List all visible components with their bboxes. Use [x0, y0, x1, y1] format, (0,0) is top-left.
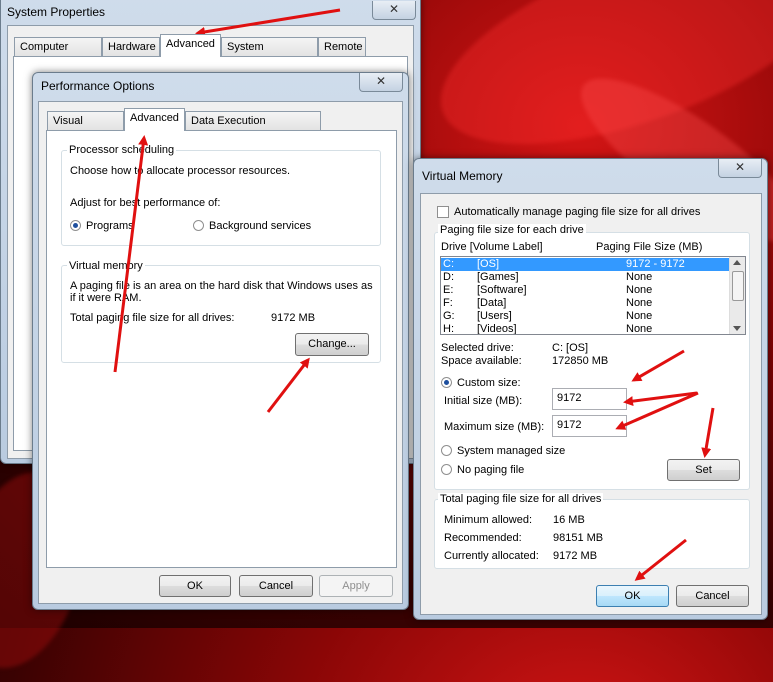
- cancel-button[interactable]: Cancel: [239, 575, 313, 597]
- system-managed-radio[interactable]: [441, 445, 452, 456]
- currently-allocated-value: 9172 MB: [553, 550, 598, 562]
- total-paging-group-label: Total paging file size for all drives: [438, 493, 604, 505]
- minimum-allowed-value: 16 MB: [553, 514, 585, 526]
- paging-description-line2: if it were RAM.: [70, 292, 142, 304]
- selected-drive-value: C: [OS]: [552, 342, 589, 354]
- close-button[interactable]: ✕: [359, 73, 403, 92]
- tab-computer-name[interactable]: Computer Name: [14, 37, 102, 71]
- custom-size-label: Custom size:: [457, 377, 521, 389]
- scroll-up-icon[interactable]: [733, 260, 741, 265]
- maximum-size-label: Maximum size (MB):: [444, 421, 545, 433]
- drive-paging-size: None: [626, 310, 653, 322]
- adjust-label: Adjust for best performance of:: [70, 197, 221, 209]
- total-paging-label: Total paging file size for all drives:: [70, 312, 235, 324]
- list-item[interactable]: C: [OS] 9172 - 9172: [441, 258, 730, 271]
- maximum-size-input[interactable]: 9172: [552, 415, 627, 437]
- list-item[interactable]: G: [Users] None: [441, 310, 730, 323]
- drive-letter: D:: [443, 271, 454, 283]
- list-scrollbar[interactable]: [729, 257, 745, 334]
- drive-letter: H:: [443, 323, 454, 335]
- tab-advanced[interactable]: Advanced: [160, 34, 221, 57]
- drive-paging-size: None: [626, 297, 653, 309]
- auto-manage-label: Automatically manage paging file size fo…: [454, 206, 701, 218]
- cancel-button[interactable]: Cancel: [676, 585, 749, 607]
- selected-drive-label: Selected drive:: [441, 342, 514, 354]
- set-button[interactable]: Set: [667, 459, 740, 481]
- drive-label: [Games]: [477, 271, 519, 283]
- drive-letter: E:: [443, 284, 454, 296]
- no-paging-label: No paging file: [457, 464, 525, 476]
- paging-group-label: Paging file size for each drive: [438, 224, 586, 236]
- list-item[interactable]: F: [Data] None: [441, 297, 730, 310]
- custom-size-radio[interactable]: [441, 377, 452, 388]
- virtual-memory-label: Virtual memory: [67, 260, 145, 272]
- column-size-header: Paging File Size (MB): [596, 241, 703, 253]
- close-button[interactable]: ✕: [372, 1, 416, 20]
- drive-label: [Users]: [477, 310, 512, 322]
- window-title: Virtual Memory: [422, 169, 503, 183]
- list-item[interactable]: H: [Videos] None: [441, 323, 730, 335]
- tab-advanced[interactable]: Advanced: [124, 108, 185, 131]
- list-item[interactable]: D: [Games] None: [441, 271, 730, 284]
- recommended-value: 98151 MB: [553, 532, 604, 544]
- minimum-allowed-label: Minimum allowed:: [444, 514, 533, 526]
- drive-letter: C:: [443, 258, 454, 270]
- total-paging-value: 9172 MB: [271, 312, 316, 324]
- drive-label: [Data]: [477, 297, 507, 309]
- drive-paging-size: None: [626, 271, 653, 283]
- programs-label: Programs: [86, 220, 134, 232]
- drive-letter: G:: [443, 310, 455, 322]
- virtual-memory-window: Virtual Memory ✕ Automatically manage pa…: [413, 158, 768, 620]
- ok-button[interactable]: OK: [596, 585, 669, 607]
- space-available-value: 172850 MB: [552, 355, 609, 367]
- scroll-down-icon[interactable]: [733, 326, 741, 331]
- window-title: Performance Options: [41, 79, 155, 93]
- background-services-label: Background services: [209, 220, 312, 232]
- window-title: System Properties: [7, 5, 106, 19]
- space-available-label: Space available:: [441, 355, 522, 367]
- drive-label: [OS]: [477, 258, 500, 270]
- change-button[interactable]: Change...: [295, 333, 369, 356]
- list-item[interactable]: E: [Software] None: [441, 284, 730, 297]
- currently-allocated-label: Currently allocated:: [444, 550, 539, 562]
- drive-list[interactable]: C: [OS] 9172 - 9172 D: [Games] None E: […: [440, 256, 746, 335]
- drive-paging-size: 9172 - 9172: [626, 258, 685, 270]
- drive-label: [Videos]: [477, 323, 517, 335]
- system-managed-label: System managed size: [457, 445, 566, 457]
- initial-size-input[interactable]: 9172: [552, 388, 627, 410]
- drive-paging-size: None: [626, 284, 653, 296]
- drive-paging-size: None: [626, 323, 653, 335]
- programs-radio[interactable]: [70, 220, 81, 231]
- paging-description-line1: A paging file is an area on the hard dis…: [70, 280, 373, 292]
- recommended-label: Recommended:: [444, 532, 522, 544]
- tab-data-execution-prevention[interactable]: Data Execution Prevention: [185, 111, 321, 145]
- tab-visual-effects[interactable]: Visual Effects: [47, 111, 124, 145]
- background-services-radio[interactable]: [193, 220, 204, 231]
- scroll-thumb[interactable]: [732, 271, 744, 301]
- processor-scheduling-label: Processor scheduling: [67, 144, 177, 156]
- no-paging-radio[interactable]: [441, 464, 452, 475]
- ok-button[interactable]: OK: [159, 575, 231, 597]
- auto-manage-checkbox[interactable]: [437, 206, 449, 218]
- processor-description: Choose how to allocate processor resourc…: [70, 165, 291, 177]
- tab-hardware[interactable]: Hardware: [102, 37, 160, 57]
- tab-system-protection[interactable]: System Protection: [221, 37, 318, 71]
- apply-button[interactable]: Apply: [319, 575, 393, 597]
- drive-letter: F:: [443, 297, 453, 309]
- drive-label: [Software]: [477, 284, 527, 296]
- initial-size-label: Initial size (MB):: [444, 395, 523, 407]
- performance-options-window: Performance Options ✕ Visual Effects Adv…: [32, 72, 409, 610]
- column-drive-header: Drive [Volume Label]: [441, 241, 543, 253]
- tab-remote[interactable]: Remote: [318, 37, 366, 57]
- close-button[interactable]: ✕: [718, 159, 762, 178]
